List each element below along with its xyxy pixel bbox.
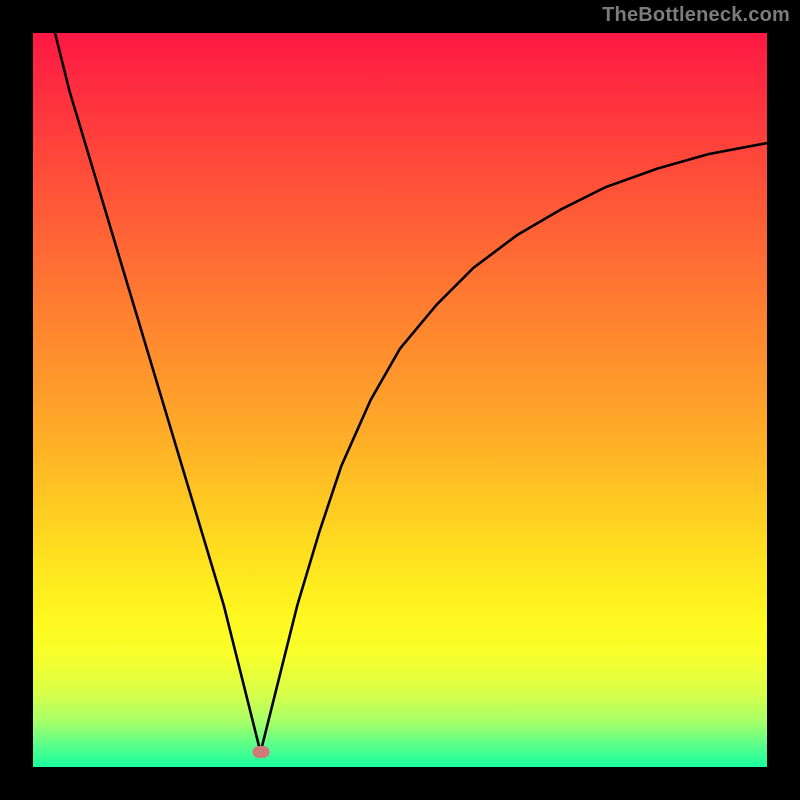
minimum-marker [252,746,269,758]
plot-area [33,33,767,767]
bottleneck-curve [33,33,767,767]
watermark-text: TheBottleneck.com [602,4,790,27]
chart-frame: TheBottleneck.com [0,0,800,800]
